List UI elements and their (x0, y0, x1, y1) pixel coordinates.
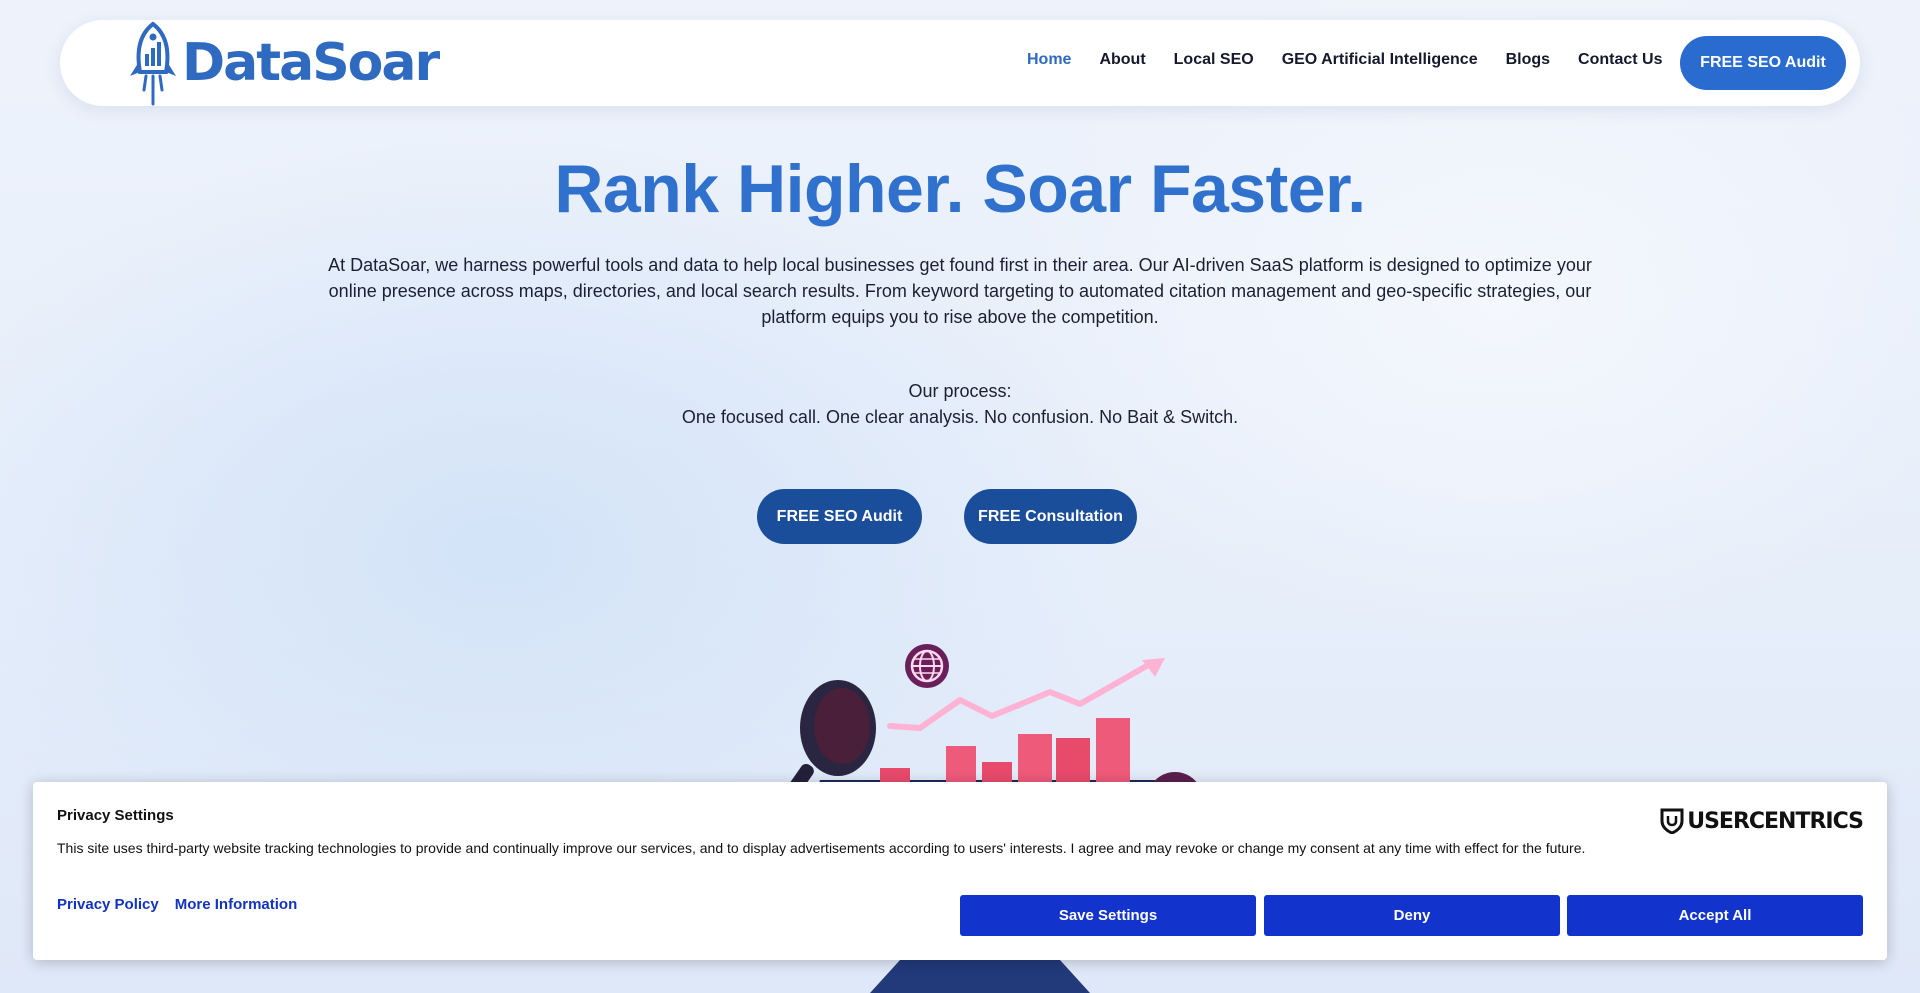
deny-button[interactable]: Deny (1264, 895, 1560, 936)
nav-geo-ai[interactable]: GEO Artificial Intelligence (1282, 51, 1478, 69)
site-header: DataSoar Home About Local SEO GEO Artifi… (60, 20, 1860, 106)
process-heading: Our process: (908, 381, 1012, 401)
accept-all-button[interactable]: Accept All (1567, 895, 1863, 936)
consent-title: Privacy Settings (57, 807, 174, 824)
nav-home[interactable]: Home (1027, 51, 1071, 69)
free-consultation-button[interactable]: FREE Consultation (964, 489, 1137, 544)
globe-icon (905, 644, 949, 688)
usercentrics-wordmark: USERCENTRICS (1687, 808, 1864, 834)
more-information-link[interactable]: More Information (175, 896, 298, 913)
privacy-policy-link[interactable]: Privacy Policy (57, 896, 159, 913)
logo-wordmark: DataSoar (182, 33, 440, 93)
nav-about[interactable]: About (1099, 51, 1145, 69)
main-nav: Home About Local SEO GEO Artificial Inte… (1027, 20, 1691, 106)
nav-contact[interactable]: Contact Us (1578, 51, 1662, 69)
usercentrics-logo: USERCENTRICS (1660, 808, 1864, 834)
header-free-seo-audit-button[interactable]: FREE SEO Audit (1680, 36, 1846, 90)
shield-icon (1660, 808, 1684, 834)
datasoar-logo[interactable]: DataSoar (126, 20, 440, 106)
process-text: One focused call. One clear analysis. No… (681, 407, 1239, 427)
rocket-icon (130, 21, 176, 106)
nav-local-seo[interactable]: Local SEO (1174, 51, 1254, 69)
consent-links: Privacy Policy More Information (57, 896, 313, 913)
hero-description: At DataSoar, we harness powerful tools a… (328, 255, 1592, 327)
process-block: Our process: One focused call. One clear… (0, 378, 1920, 430)
save-settings-button[interactable]: Save Settings (960, 895, 1256, 936)
hero-title: Rank Higher. Soar Faster. (554, 151, 1366, 227)
consent-text: This site uses third-party website track… (57, 840, 1586, 856)
nav-blogs[interactable]: Blogs (1506, 51, 1550, 69)
privacy-consent-banner: Privacy Settings USERCENTRICS This site … (33, 782, 1887, 960)
free-seo-audit-button[interactable]: FREE SEO Audit (757, 489, 922, 544)
